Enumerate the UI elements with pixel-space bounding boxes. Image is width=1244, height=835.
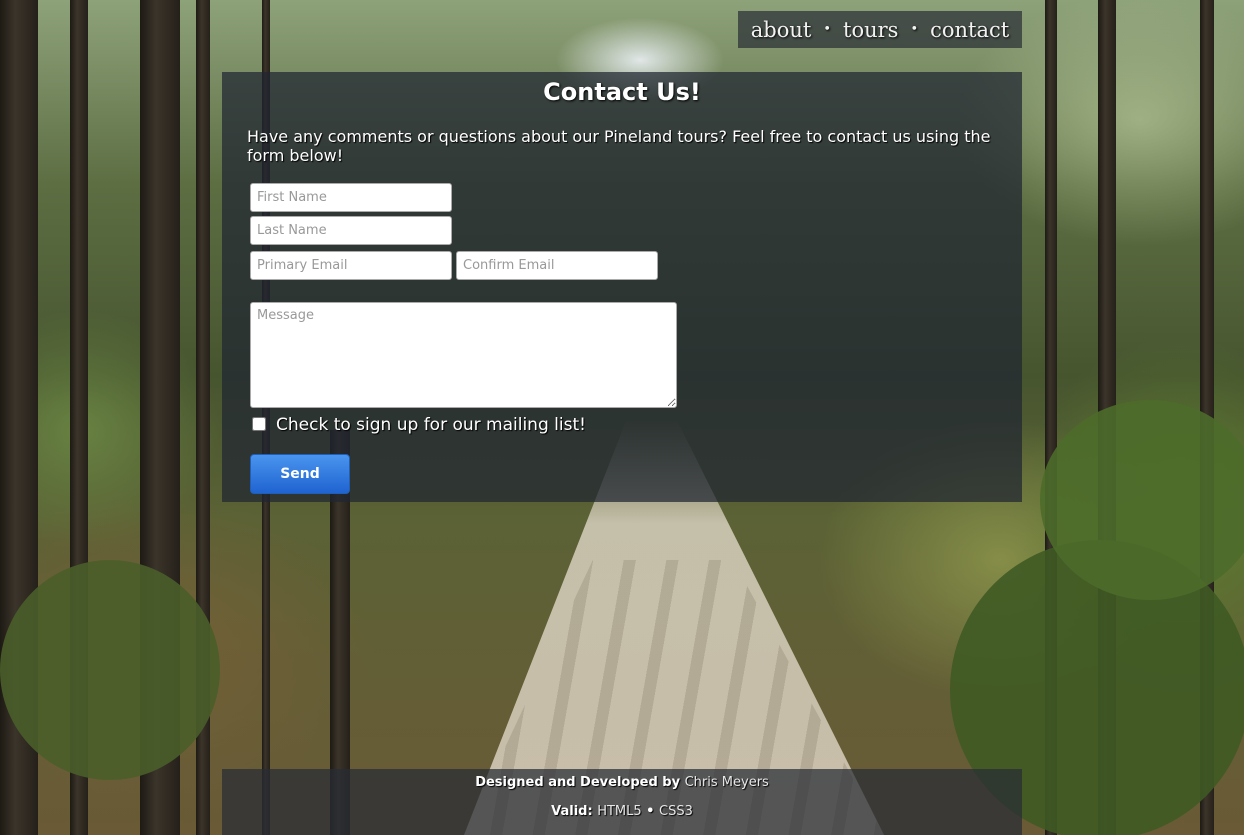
footer-validation: Valid: HTML5 • CSS3 <box>222 804 1022 819</box>
footer-separator: • <box>646 804 655 819</box>
nav-separator: • <box>910 22 919 37</box>
first-name-input[interactable] <box>250 183 452 212</box>
intro-text: Have any comments or questions about our… <box>247 127 991 165</box>
confirm-email-input[interactable] <box>456 251 658 280</box>
css3-link[interactable]: CSS3 <box>659 804 693 819</box>
footer-credit: Designed and Developed by Chris Meyers <box>222 775 1022 790</box>
footer-credit-text: Designed and Developed by <box>475 775 681 790</box>
send-button[interactable]: Send <box>250 454 350 494</box>
html5-link[interactable]: HTML5 <box>597 804 641 819</box>
message-textarea[interactable] <box>250 302 677 408</box>
footer: Designed and Developed by Chris Meyers V… <box>222 769 1022 835</box>
author-link[interactable]: Chris Meyers <box>685 775 769 790</box>
last-name-input[interactable] <box>250 216 452 245</box>
valid-label: Valid: <box>551 804 593 819</box>
mailing-list-checkbox[interactable] <box>252 417 266 431</box>
mailing-list-label[interactable]: Check to sign up for our mailing list! <box>276 415 586 435</box>
nav-separator: • <box>823 22 832 37</box>
page-title: Contact Us! <box>543 78 701 106</box>
nav-link-tours[interactable]: tours <box>831 18 910 42</box>
main-nav: about • tours • contact <box>738 11 1022 48</box>
nav-link-about[interactable]: about <box>739 18 824 42</box>
primary-email-input[interactable] <box>250 251 452 280</box>
contact-panel: Contact Us! Have any comments or questio… <box>222 72 1022 502</box>
nav-link-contact[interactable]: contact <box>918 18 1021 42</box>
